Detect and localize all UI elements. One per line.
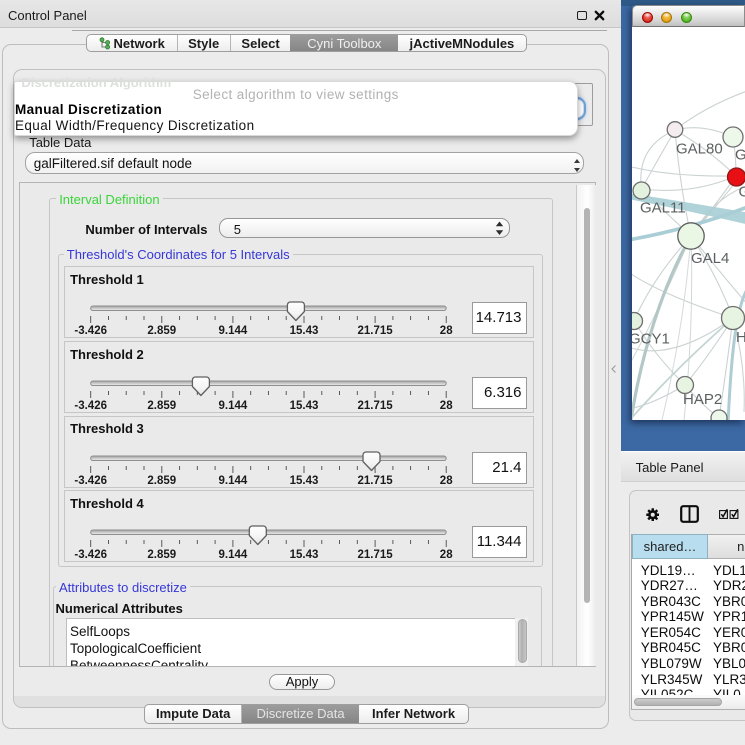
svg-text:2.859: 2.859 <box>147 325 176 337</box>
svg-text:15.43: 15.43 <box>289 549 318 561</box>
svg-text:21.715: 21.715 <box>357 475 393 487</box>
svg-text:2.859: 2.859 <box>147 549 176 561</box>
svg-text:GAL: GAL <box>735 147 745 164</box>
svg-text:-3.426: -3.426 <box>74 475 107 487</box>
svg-text:28: 28 <box>439 325 452 337</box>
svg-text:GAL4: GAL4 <box>691 250 729 267</box>
svg-text:21.715: 21.715 <box>357 400 393 412</box>
svg-text:9.144: 9.144 <box>218 400 247 412</box>
svg-text:28: 28 <box>439 475 452 487</box>
svg-text:GAL80: GAL80 <box>676 141 723 158</box>
svg-text:GA: GA <box>739 184 745 201</box>
svg-text:GAL11: GAL11 <box>640 200 686 217</box>
svg-text:15.43: 15.43 <box>289 475 318 487</box>
svg-text:-3.426: -3.426 <box>74 549 107 561</box>
svg-text:21.715: 21.715 <box>357 549 393 561</box>
svg-text:-3.426: -3.426 <box>74 400 107 412</box>
svg-text:21.715: 21.715 <box>357 325 393 337</box>
svg-text:9.144: 9.144 <box>218 325 247 337</box>
svg-text:GCY1: GCY1 <box>632 331 670 348</box>
svg-text:2.859: 2.859 <box>147 400 176 412</box>
svg-text:28: 28 <box>439 549 452 561</box>
svg-text:-3.426: -3.426 <box>74 325 107 337</box>
svg-text:9.144: 9.144 <box>218 549 247 561</box>
svg-text:9.144: 9.144 <box>218 475 247 487</box>
svg-text:2.859: 2.859 <box>147 475 176 487</box>
svg-text:15.43: 15.43 <box>289 400 318 412</box>
svg-text:HIS: HIS <box>736 329 745 346</box>
svg-text:28: 28 <box>439 400 452 412</box>
svg-text:HAP2: HAP2 <box>683 391 722 408</box>
svg-text:15.43: 15.43 <box>289 325 318 337</box>
